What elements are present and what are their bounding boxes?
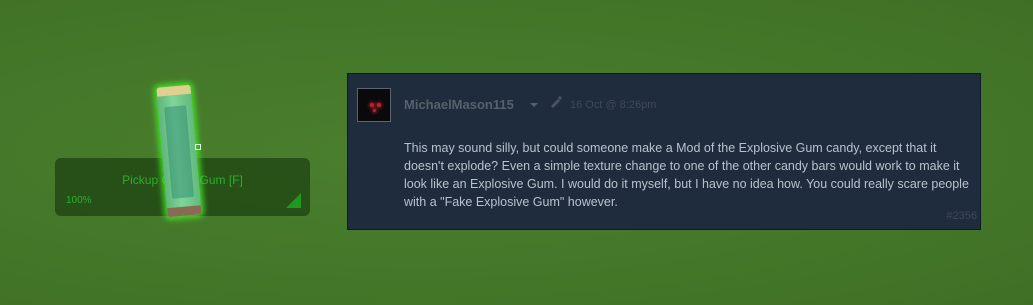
- crosshair-icon: [195, 144, 201, 150]
- avatar-eye-right: [377, 103, 381, 107]
- comment-body: This may sound silly, but could someone …: [404, 141, 969, 209]
- avatar-mark: [373, 109, 376, 112]
- corner-triangle-icon: [286, 193, 301, 208]
- chevron-down-icon[interactable]: [530, 103, 538, 107]
- comment-username[interactable]: MichaelMason115: [404, 97, 514, 112]
- game-viewport: Pickup Candy Gum [F] 100% MichaelMason11…: [0, 0, 1033, 305]
- edit-icon: [551, 96, 562, 108]
- pickup-percent: 100%: [66, 195, 92, 206]
- comment-timestamp: 16 Oct @ 8:26pm: [570, 99, 657, 111]
- avatar-eye-left: [370, 103, 374, 107]
- comment-card: MichaelMason115 16 Oct @ 8:26pm This may…: [347, 73, 981, 230]
- comment-number[interactable]: #2356: [946, 210, 977, 222]
- user-avatar[interactable]: [357, 88, 391, 122]
